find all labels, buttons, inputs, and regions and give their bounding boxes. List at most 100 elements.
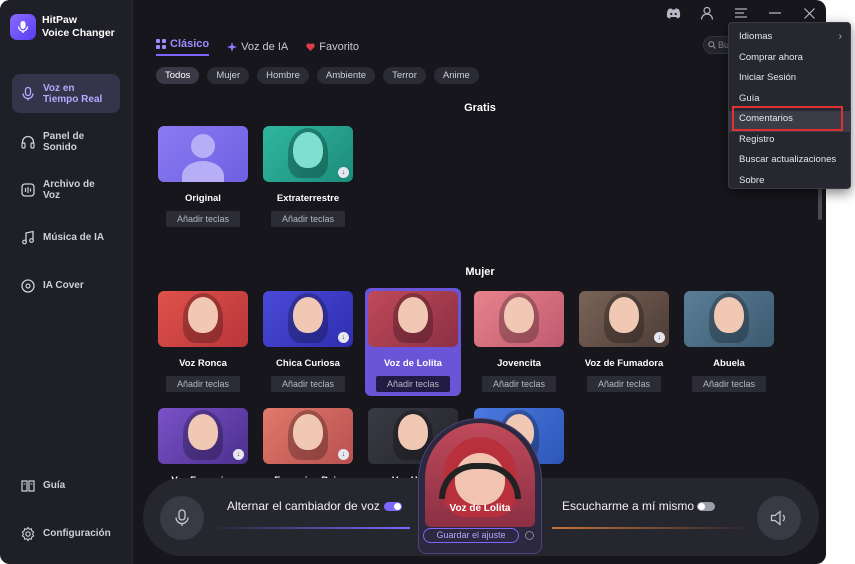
title-bar [133, 0, 826, 28]
filter-chip[interactable]: Terror [383, 67, 426, 84]
menu-item-label: Iniciar Sesión [739, 72, 797, 83]
voice-card[interactable]: Voz Ronca Añadir teclas [158, 291, 248, 392]
tab-classic[interactable]: Clásico [156, 38, 210, 56]
sidebar-item-label: Guía [43, 480, 66, 491]
section-title-free: Gratis [390, 102, 570, 114]
filter-chip[interactable]: Hombre [257, 67, 309, 84]
current-voice-panel: Voz de Lolita Guardar el ajuste [418, 418, 542, 554]
menu-item-buscar-actualizaciones[interactable]: Buscar actualizaciones [729, 152, 850, 173]
voice-name: Jovencita [497, 358, 541, 369]
voice-avatar [474, 291, 564, 347]
annotation-highlight-box [732, 106, 843, 131]
sidebar-item-label: Música de IA [43, 232, 105, 243]
app-logo-icon [10, 14, 36, 40]
voice-card[interactable]: ↓Femenina Rein [263, 408, 353, 486]
vinyl-icon [21, 278, 35, 293]
download-icon[interactable]: ↓ [233, 449, 244, 460]
sidebar-item-guide[interactable]: Guía [12, 466, 120, 505]
close-icon[interactable] [800, 4, 818, 22]
voice-avatar: ↓ [263, 126, 353, 182]
add-keys-button[interactable]: Añadir teclas [587, 376, 661, 392]
voice-card[interactable]: ↓ Voz de Fumadora Añadir teclas [579, 291, 669, 392]
menu-icon[interactable] [732, 4, 750, 22]
voice-avatar: ↓ [158, 408, 248, 464]
voice-changer-toggle[interactable] [384, 502, 402, 511]
menu-item-label: Guía [739, 92, 760, 104]
speaker-button[interactable] [757, 496, 801, 540]
add-keys-button[interactable]: Añadir teclas [376, 376, 450, 392]
voice-avatar [368, 291, 458, 347]
book-icon [21, 479, 35, 492]
chevron-right-icon: › [838, 31, 842, 42]
discord-icon[interactable] [664, 4, 682, 22]
tab-label: Clásico [170, 38, 210, 50]
menu-item-label: Sobre [739, 174, 765, 186]
voice-avatar [158, 291, 248, 347]
voice-card[interactable]: ↓ Extraterrestre Añadir teclas [263, 126, 353, 227]
voice-card[interactable]: Original Añadir teclas [158, 126, 248, 227]
voice-name: Extraterrestre [276, 193, 340, 204]
voice-changer-toggle-label: Alternar el cambiador de voz [227, 499, 380, 513]
voice-card[interactable]: ↓ Chica Curiosa Añadir teclas [263, 291, 353, 392]
voice-card[interactable]: Voz de Lolita Añadir teclas [365, 288, 461, 396]
download-icon[interactable]: ↓ [338, 167, 349, 178]
menu-item-comprar-ahora[interactable]: Comprar ahora [729, 50, 850, 71]
add-keys-button[interactable]: Añadir teclas [692, 376, 766, 392]
hear-myself-toggle[interactable] [697, 502, 715, 511]
voice-avatar [158, 126, 248, 182]
filter-chip[interactable]: Mujer [207, 67, 250, 84]
voice-card[interactable]: ↓Voz Femenina [158, 408, 248, 486]
music-note-icon [22, 230, 34, 244]
menu-item-registro[interactable]: Registro [729, 132, 850, 153]
sidebar-item-ai-music[interactable]: Música de IA [12, 218, 120, 257]
window-controls [664, 4, 818, 22]
download-icon[interactable]: ↓ [654, 332, 665, 343]
minimize-icon[interactable] [766, 4, 784, 22]
tab-ai-voice[interactable]: Voz de IA [227, 38, 288, 56]
sparkle-icon [227, 42, 238, 52]
menu-item-idiomas[interactable]: Idiomas › [729, 29, 850, 50]
sidebar-item-voice-file[interactable]: Archivo de Voz [12, 170, 120, 209]
voice-avatar: ↓ [579, 291, 669, 347]
tab-label: Favorito [319, 41, 359, 53]
add-keys-button[interactable]: Añadir teclas [271, 376, 345, 392]
voice-card[interactable]: Abuela Añadir teclas [684, 291, 774, 392]
voice-card[interactable]: Jovencita Añadir teclas [474, 291, 564, 392]
input-level-wave [210, 527, 410, 529]
sidebar-item-ai-cover[interactable]: IA Cover [12, 266, 120, 305]
menu-item-sobre[interactable]: Sobre [729, 173, 850, 194]
filter-chip[interactable]: Anime [433, 67, 479, 84]
add-keys-button[interactable]: Añadir teclas [271, 211, 345, 227]
user-account-icon[interactable] [698, 4, 716, 22]
sidebar-item-soundboard[interactable]: Panel de Sonido [12, 122, 120, 161]
app-window: HitPaw Voice Changer Voz en Tiempo Real … [0, 0, 826, 564]
filter-chip[interactable]: Todos [156, 67, 200, 84]
add-keys-button[interactable]: Añadir teclas [166, 376, 240, 392]
search-icon [708, 41, 716, 49]
brand: HitPaw Voice Changer [10, 14, 115, 40]
add-keys-button[interactable]: Añadir teclas [166, 211, 240, 227]
heart-icon [306, 43, 315, 51]
save-settings-button[interactable]: Guardar el ajuste [423, 528, 519, 543]
tab-label: Voz de IA [241, 41, 289, 53]
sidebar-item-settings[interactable]: Configuración [12, 514, 120, 553]
sidebar-item-label: Archivo de Voz [43, 178, 95, 201]
download-icon[interactable]: ↓ [338, 332, 349, 343]
gear-icon [21, 526, 35, 541]
filter-chip[interactable]: Ambiente [316, 67, 376, 84]
sidebar-item-label: IA Cover [43, 280, 84, 291]
menu-item-iniciar-sesión[interactable]: Iniciar Sesión [729, 70, 850, 91]
mic-icon [22, 86, 34, 100]
tab-favorites[interactable]: Favorito [306, 38, 359, 56]
menu-item-label: Idiomas [739, 31, 773, 42]
sidebar-item-realtime-voice[interactable]: Voz en Tiempo Real [12, 74, 120, 113]
status-ring-icon [525, 531, 534, 540]
voice-name: Chica Curiosa [276, 358, 340, 369]
voice-avatar: ↓ [263, 291, 353, 347]
voice-avatar: ↓ [263, 408, 353, 464]
voice-name: Voz Ronca [179, 358, 227, 369]
sidebar-item-label: Configuración [43, 528, 111, 539]
add-keys-button[interactable]: Añadir teclas [482, 376, 556, 392]
microphone-button[interactable] [160, 496, 204, 540]
download-icon[interactable]: ↓ [338, 449, 349, 460]
